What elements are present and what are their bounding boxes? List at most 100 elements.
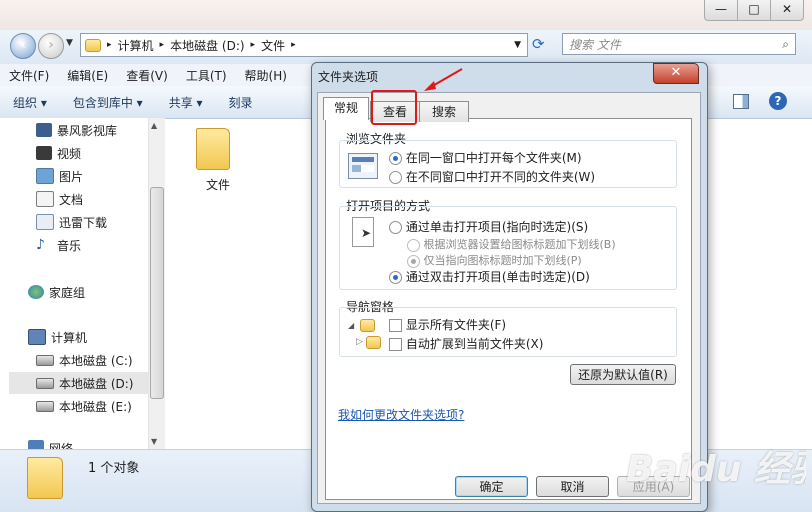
back-button[interactable]: ‹ [10, 33, 36, 59]
chevron-right-icon: ▸ [159, 40, 165, 50]
menu-edit[interactable]: 编辑(E) [58, 67, 117, 84]
sidebar-item-pictures[interactable]: 图片 [36, 166, 83, 186]
folder-icon [196, 128, 230, 170]
sidebar-item-documents[interactable]: 文档 [36, 189, 83, 209]
network-icon [28, 440, 44, 449]
sidebar-item-label: 本地磁盘 (C:) [59, 353, 133, 368]
menu-tools[interactable]: 工具(T) [177, 67, 236, 84]
cancel-button[interactable]: 取消 [536, 476, 609, 497]
sidebar-item-label: 本地磁盘 (E:) [59, 399, 132, 414]
search-icon: ⌕ [782, 36, 789, 51]
baidu-watermark: Baidu 经验 [626, 449, 806, 490]
sidebar-item-label: 图片 [59, 169, 84, 184]
collapsed-arrow-icon: ▷ [356, 337, 363, 347]
scroll-up-icon[interactable]: ▲ [151, 121, 157, 130]
cursor-icon: ➤ [361, 226, 372, 240]
sidebar-item-disk-e[interactable]: 本地磁盘 (E:) [36, 396, 132, 416]
dialog-title: 文件夹选项 [318, 70, 379, 84]
preview-pane-icon[interactable] [733, 94, 749, 109]
sidebar-item-homegroup[interactable]: 家庭组 [28, 282, 85, 302]
folder-item[interactable] [196, 128, 230, 170]
checkbox-auto-expand[interactable] [389, 338, 402, 351]
video-icon [36, 146, 52, 160]
sidebar-item-videos[interactable]: 视频 [36, 143, 81, 163]
menu-help[interactable]: 帮助(H) [236, 67, 296, 84]
sidebar-item-baofeng[interactable]: 暴风影视库 [36, 120, 117, 140]
disk-icon [36, 377, 54, 389]
expanded-arrow-icon: ◢ [348, 321, 355, 330]
history-dropdown-icon[interactable]: ▼ [66, 38, 73, 48]
option-single-click[interactable]: 通过单击打开项目(指向时选定)(S) [389, 218, 588, 235]
option-label: 显示所有文件夹(F) [405, 318, 507, 332]
sidebar-item-label: 视频 [57, 146, 82, 161]
help-link[interactable]: 我如何更改文件夹选项? [338, 406, 464, 423]
sidebar-item-xunlei[interactable]: 迅雷下载 [36, 212, 107, 232]
dialog-close-button[interactable]: ✕ [653, 63, 699, 84]
minimize-button[interactable]: — [705, 0, 737, 20]
search-placeholder: 搜索 文件 [569, 37, 621, 52]
sidebar-item-network[interactable]: 网络 [28, 440, 73, 449]
tab-general[interactable]: 常规 [323, 97, 369, 120]
download-icon [36, 214, 54, 230]
breadcrumb-computer[interactable]: 计算机 [118, 37, 154, 54]
sidebar-item-label: 家庭组 [49, 285, 86, 300]
organize-button[interactable]: 组织 ▾ [0, 94, 60, 111]
forward-button[interactable]: › [38, 33, 64, 59]
share-button[interactable]: 共享 ▾ [156, 94, 216, 111]
annotation-arrow [424, 68, 463, 91]
sidebar-item-computer[interactable]: 计算机 [28, 327, 87, 347]
help-icon[interactable]: ? [769, 92, 787, 110]
status-count: 1 个对象 [88, 461, 140, 476]
burn-button[interactable]: 刻录 [216, 94, 266, 111]
menu-view[interactable]: 查看(V) [117, 67, 177, 84]
address-dropdown-icon[interactable]: ▼ [514, 40, 521, 50]
restore-defaults-button[interactable]: 还原为默认值(R) [570, 364, 676, 385]
folder-icon [85, 38, 101, 52]
folder-icon [27, 457, 63, 499]
radio-single-click[interactable] [389, 221, 402, 234]
address-field[interactable]: ▸ 计算机 ▸ 本地磁盘 (D:) ▸ 文件 ▸ ▼ [80, 33, 528, 57]
option-label: 自动扩展到当前文件夹(X) [405, 337, 544, 351]
menu-file[interactable]: 文件(F) [0, 67, 58, 84]
folder-item-label[interactable]: 文件 [206, 176, 230, 193]
sidebar-item-disk-d[interactable]: 本地磁盘 (D:) [36, 373, 133, 393]
picture-icon [36, 168, 54, 184]
maximize-button[interactable]: □ [737, 0, 770, 20]
chevron-right-icon: ▸ [250, 40, 256, 50]
radio-underline-point[interactable] [407, 254, 420, 268]
option-double-click[interactable]: 通过双击打开项目(单击时选定)(D) [389, 268, 590, 285]
close-button[interactable]: ✕ [770, 0, 803, 20]
radio-new-window[interactable] [389, 171, 402, 184]
click-item-icon: ➤ [352, 217, 374, 247]
scroll-down-icon[interactable]: ▼ [151, 437, 157, 446]
radio-underline-browser[interactable] [407, 238, 420, 252]
ok-button[interactable]: 确定 [455, 476, 528, 497]
sidebar-item-label: 计算机 [51, 330, 88, 345]
window-preview-icon [348, 153, 378, 179]
search-input[interactable]: 搜索 文件 ⌕ [562, 33, 796, 55]
tab-search[interactable]: 搜索 [419, 101, 469, 122]
option-label: 在不同窗口中打开不同的文件夹(W) [405, 170, 596, 184]
option-new-window[interactable]: 在不同窗口中打开不同的文件夹(W) [389, 168, 595, 185]
breadcrumb-folder[interactable]: 文件 [261, 37, 285, 54]
option-auto-expand[interactable]: 自动扩展到当前文件夹(X) [389, 335, 543, 352]
homegroup-icon [28, 285, 44, 299]
folder-icon [360, 319, 375, 332]
scrollbar-thumb[interactable] [150, 187, 164, 399]
disk-icon [36, 400, 54, 412]
checkbox-show-all-folders[interactable] [389, 319, 402, 332]
sidebar-item-music[interactable]: ♪ 音乐 [36, 235, 81, 255]
option-show-all-folders[interactable]: 显示所有文件夹(F) [389, 316, 506, 333]
chevron-right-icon: ▸ [291, 40, 296, 50]
include-in-library-button[interactable]: 包含到库中 ▾ [60, 94, 156, 111]
radio-same-window[interactable] [389, 152, 402, 165]
option-same-window[interactable]: 在同一窗口中打开每个文件夹(M) [389, 149, 582, 166]
sidebar-item-disk-c[interactable]: 本地磁盘 (C:) [36, 350, 133, 370]
breadcrumb-disk-d[interactable]: 本地磁盘 (D:) [170, 37, 244, 54]
computer-icon [28, 329, 46, 345]
refresh-icon[interactable]: ⟳ [532, 35, 545, 53]
option-underline-point[interactable]: 仅当指向图标标题时加下划线(P) [407, 252, 582, 268]
sidebar-item-label: 本地磁盘 (D:) [59, 376, 134, 391]
radio-double-click[interactable] [389, 271, 402, 284]
option-underline-browser[interactable]: 根据浏览器设置给图标标题加下划线(B) [407, 236, 616, 252]
